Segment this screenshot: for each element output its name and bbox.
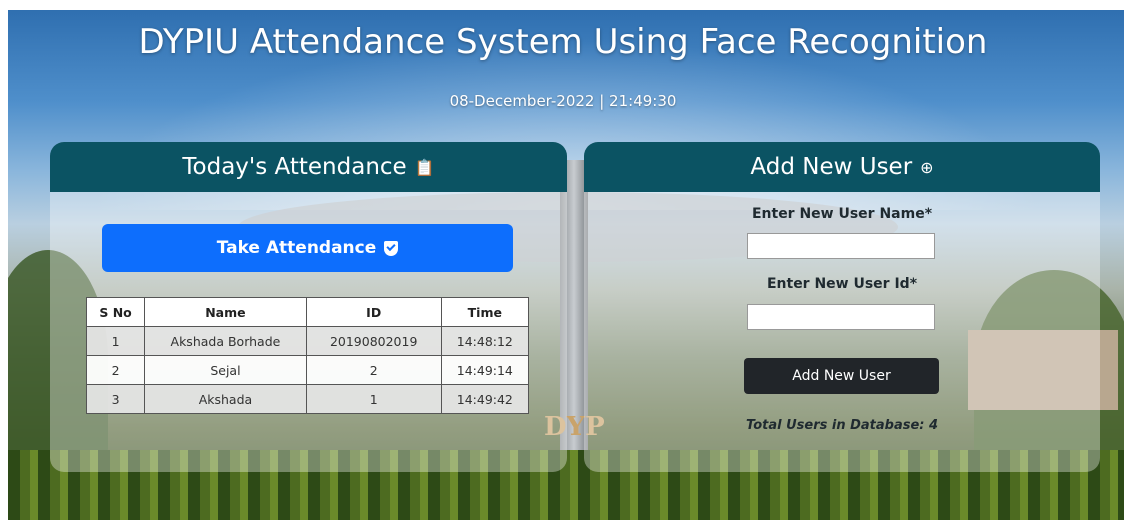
add-user-heading: Add New User <box>750 154 913 180</box>
clipboard-icon: 📋 <box>414 157 435 177</box>
plus-circle-icon: ⊕ <box>920 157 934 177</box>
user-id-input[interactable] <box>747 304 935 330</box>
table-row: 2 Sejal 2 14:49:14 <box>85 355 530 385</box>
add-new-user-button[interactable]: Add New User <box>744 358 939 394</box>
table-cell: 2 <box>85 355 146 385</box>
total-users-text: Total Users in Database: 4 <box>746 418 939 433</box>
table-header-row: S No Name ID Time <box>85 297 530 327</box>
attendance-panel-header: Today's Attendance 📋 <box>50 142 567 192</box>
user-name-label: Enter New User Name* <box>751 206 933 222</box>
attendance-table: S No Name ID Time 1 Akshada Borhade 2019… <box>85 297 530 414</box>
table-cell: Akshada <box>144 384 307 414</box>
table-cell: 14:49:42 <box>440 384 530 414</box>
table-row: 1 Akshada Borhade 20190802019 14:48:12 <box>85 326 530 356</box>
table-row: 3 Akshada 1 14:49:42 <box>85 384 530 414</box>
column-header: Time <box>440 297 530 327</box>
page-title: DYPIU Attendance System Using Face Recog… <box>138 22 988 62</box>
user-id-label: Enter New User Id* <box>766 276 918 292</box>
add-user-panel-header: Add New User ⊕ <box>584 142 1100 192</box>
take-attendance-button[interactable]: Take Attendance <box>102 224 513 272</box>
table-cell: 3 <box>85 384 146 414</box>
column-header: ID <box>305 297 442 327</box>
attendance-panel: Today's Attendance 📋 Take Attendance S N… <box>50 142 567 472</box>
column-header: Name <box>144 297 307 327</box>
table-cell: 1 <box>85 326 146 356</box>
shield-check-icon <box>384 240 399 256</box>
take-attendance-label: Take Attendance <box>216 238 377 258</box>
column-header: S No <box>85 297 146 327</box>
table-cell: 2 <box>305 355 442 385</box>
current-datetime: 08-December-2022 | 21:49:30 <box>449 92 677 110</box>
attendance-heading: Today's Attendance <box>182 154 407 180</box>
add-user-panel: Add New User ⊕ Enter New User Name* Ente… <box>584 142 1100 472</box>
table-cell: 20190802019 <box>305 326 442 356</box>
table-cell: 14:49:14 <box>440 355 530 385</box>
table-cell: 1 <box>305 384 442 414</box>
table-cell: Sejal <box>144 355 307 385</box>
table-cell: Akshada Borhade <box>144 326 307 356</box>
user-name-input[interactable] <box>747 233 935 259</box>
table-cell: 14:48:12 <box>440 326 530 356</box>
